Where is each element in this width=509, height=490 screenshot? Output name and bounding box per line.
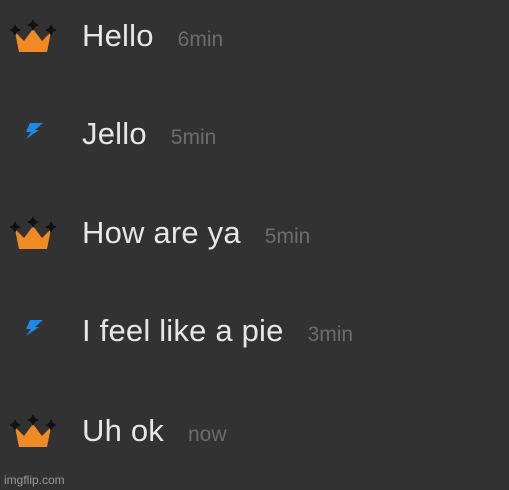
crown-icon (10, 414, 56, 447)
imgflip-watermark: imgflip.com (4, 473, 65, 487)
chat-message: Hello 6min (0, 6, 509, 66)
chat-message: Jello 5min (0, 104, 509, 164)
message-timestamp: 5min (170, 126, 217, 149)
message-text: Jello (82, 116, 147, 151)
message-timestamp: 6min (177, 28, 224, 51)
chat-message: I feel like a pie 3min (0, 301, 509, 361)
message-text: Hello (82, 18, 154, 53)
crown-icon (10, 216, 56, 249)
message-timestamp: 5min (264, 225, 311, 248)
chat-message: How are ya 5min (0, 203, 509, 263)
lightning-icon (26, 320, 43, 336)
chat-message: Uh ok now (0, 401, 509, 461)
crown-icon (10, 19, 56, 52)
message-text: I feel like a pie (82, 313, 284, 348)
message-timestamp: 3min (307, 323, 354, 346)
message-text: How are ya (82, 215, 241, 250)
message-timestamp: now (187, 423, 227, 446)
chat-log: Hello 6min Jello 5min How are ya 5min I … (0, 0, 509, 490)
lightning-icon (26, 123, 43, 139)
message-text: Uh ok (82, 413, 164, 448)
